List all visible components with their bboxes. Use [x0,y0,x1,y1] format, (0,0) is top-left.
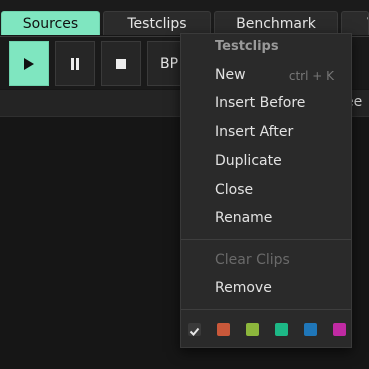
tab-partial[interactable]: V [341,11,369,35]
color-swatch-default[interactable] [188,323,201,336]
menu-item-label: Duplicate [215,153,282,169]
menu-item-insert-before[interactable]: Insert Before [215,95,305,111]
color-swatch-green[interactable] [275,323,288,336]
menu-item-label: New [215,67,246,83]
menu-item-close[interactable]: Close [215,182,253,198]
menu-item-duplicate[interactable]: Duplicate [215,153,282,169]
shortcut-new: ctrl + K [288,69,334,83]
color-swatch-lime[interactable] [246,323,259,336]
menu-item-insert-after[interactable]: Insert After [215,124,293,140]
tab-label: Testclips [127,15,187,32]
play-button[interactable] [9,41,49,86]
tab-testclips[interactable]: Testclips [103,11,211,35]
menu-separator [181,309,351,310]
menu-item-label: Close [215,182,254,198]
app-root: Sources Testclips Benchmark V [0,0,369,369]
menu-item-new[interactable]: New [215,67,246,83]
stop-icon [116,58,126,69]
menu-item-label: Clear Clips [215,252,290,268]
context-menu: Testclips New ctrl + K Insert Before Ins… [180,33,352,348]
tab-benchmark[interactable]: Benchmark [214,11,338,35]
tab-label: Benchmark [236,15,316,32]
tab-bar: Sources Testclips Benchmark V [0,0,369,35]
color-swatch-blue[interactable] [304,323,317,336]
check-icon [189,327,200,336]
menu-item-remove[interactable]: Remove [215,280,272,296]
play-icon [24,57,34,70]
menu-item-label: Insert Before [215,95,306,111]
menu-title: Testclips [215,39,279,54]
menu-item-label: Insert After [215,124,294,140]
pause-button[interactable] [55,41,95,86]
menu-item-label: Rename [215,210,273,226]
bpm-label: BP [160,55,179,72]
tab-label: Sources [22,15,79,32]
menu-item-label: Remove [215,280,272,296]
menu-item-rename[interactable]: Rename [215,210,272,226]
color-swatch-magenta[interactable] [333,323,346,336]
tab-sources[interactable]: Sources [1,11,100,35]
color-swatch-orange[interactable] [217,323,230,336]
pause-icon [71,57,79,70]
menu-separator [181,239,351,240]
stop-button[interactable] [101,41,141,86]
menu-item-clear-clips: Clear Clips [215,252,290,268]
